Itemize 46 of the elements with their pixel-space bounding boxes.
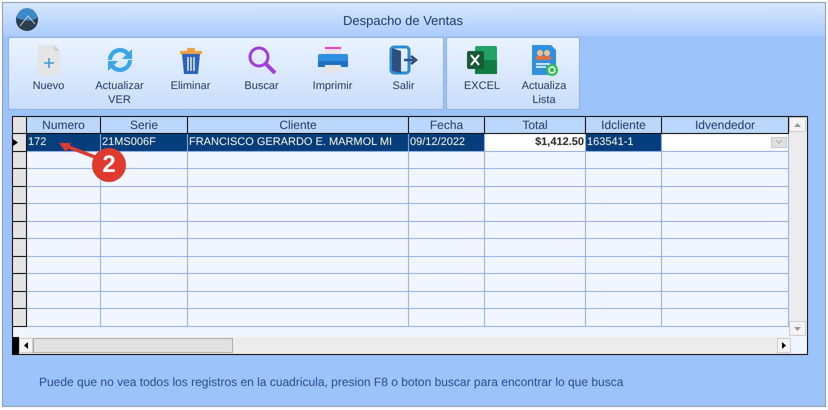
vertical-scrollbar[interactable]: [789, 117, 806, 336]
toolbar-button[interactable]: Salir: [368, 44, 439, 109]
toolbar-button[interactable]: Imprimir: [297, 44, 368, 109]
column-header[interactable]: Total: [485, 117, 586, 134]
table-row[interactable]: 172 21MS006F FRANCISCO GERARDO E. MARMOL MI 09/12/2022 $1,412.50 163541-1: [27, 134, 789, 152]
scroll-right-icon[interactable]: [782, 342, 786, 349]
row-header[interactable]: [13, 309, 27, 326]
row-header[interactable]: [13, 204, 27, 222]
row-header[interactable]: [13, 256, 27, 274]
window-title: Despacho de Ventas: [343, 12, 463, 30]
exit-door-icon: [388, 44, 420, 76]
scroll-up-icon[interactable]: [794, 122, 801, 126]
toolbar-button[interactable]: Eliminar: [155, 44, 226, 109]
globe-icon: [15, 8, 39, 32]
row-header[interactable]: [13, 274, 27, 292]
toolbar-button[interactable]: Actualiza Lista: [513, 44, 575, 109]
search-icon: [246, 44, 278, 76]
row-header[interactable]: [13, 186, 27, 204]
dropdown-field[interactable]: [662, 134, 789, 152]
row-header[interactable]: [13, 134, 27, 152]
scroll-down-icon[interactable]: [794, 326, 801, 330]
column-header[interactable]: Idcliente: [586, 117, 662, 134]
toolbar-button[interactable]: EXCEL: [451, 44, 513, 109]
table-cell: FRANCISCO GERARDO E. MARMOL MI: [188, 134, 409, 152]
toolbar-button[interactable]: Buscar: [226, 44, 297, 109]
column-header[interactable]: Numero: [27, 117, 101, 134]
spreadsheet-icon: [466, 45, 498, 75]
row-header[interactable]: [13, 292, 27, 309]
column-header[interactable]: Idvendedor: [662, 117, 789, 134]
row-header[interactable]: [13, 169, 27, 186]
scroll-thumb[interactable]: [33, 338, 233, 353]
scroll-left-icon[interactable]: [24, 342, 28, 349]
column-header[interactable]: Cliente: [188, 117, 409, 134]
column-header[interactable]: Fecha: [409, 117, 485, 134]
toolbar-button[interactable]: Nuevo: [13, 44, 84, 109]
row-header[interactable]: [13, 152, 27, 169]
toolbar-button[interactable]: Actualizar VER: [84, 44, 155, 109]
table-cell: $1,412.50: [485, 134, 586, 152]
horizontal-scrollbar[interactable]: [13, 337, 791, 354]
row-header[interactable]: [13, 239, 27, 256]
new-document-icon: [36, 44, 62, 76]
row-header[interactable]: [13, 222, 27, 239]
footer-hint: Puede que no vea todos los registros en la cuadricula, presion F8 o boton buscar para encontrar lo que busca: [39, 374, 624, 391]
column-header[interactable]: Serie: [101, 117, 188, 134]
contact-list-icon: [529, 44, 559, 76]
printer-icon: [316, 45, 350, 75]
